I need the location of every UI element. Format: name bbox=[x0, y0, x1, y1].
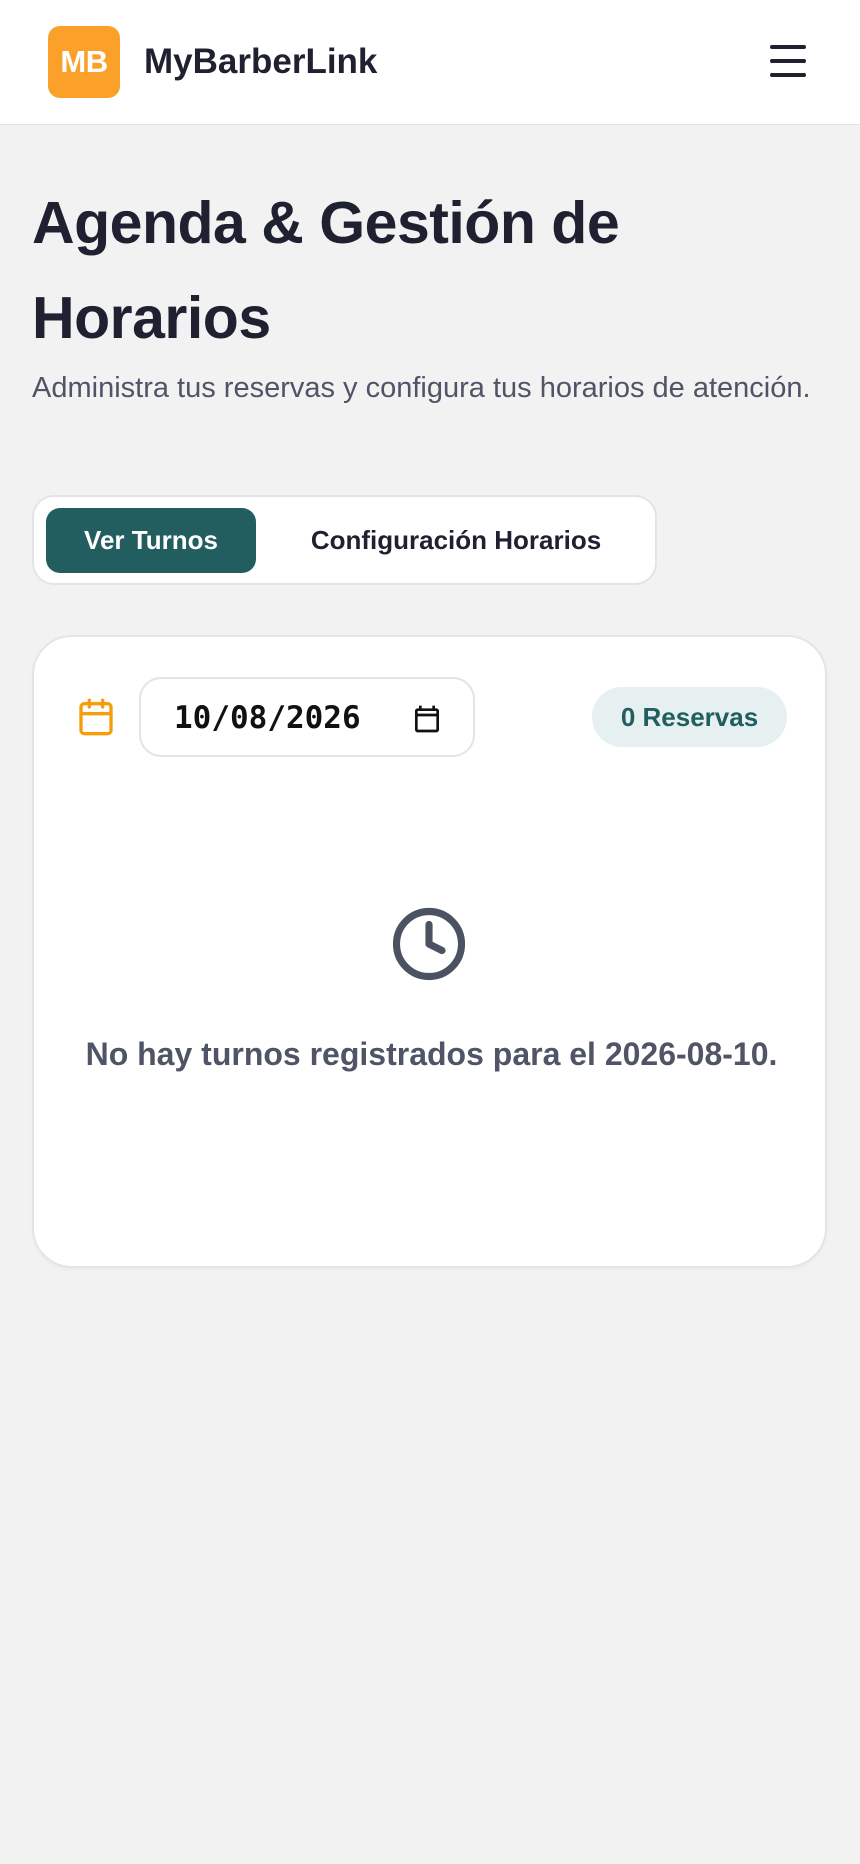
brand-logo[interactable]: MB bbox=[48, 26, 120, 98]
tab-ver-turnos[interactable]: Ver Turnos bbox=[46, 508, 256, 573]
reservations-count-badge: 0 Reservas bbox=[592, 687, 787, 747]
date-input[interactable]: 10/08/2026 bbox=[139, 677, 475, 757]
empty-state-message: No hay turnos registrados para el 2026-0… bbox=[85, 1036, 778, 1072]
calendar-icon bbox=[79, 698, 113, 736]
clock-icon bbox=[392, 907, 466, 981]
menu-line bbox=[770, 59, 806, 63]
appointments-card: 10/08/2026 0 Reservas No hay turnos regi… bbox=[32, 635, 827, 1268]
tab-configuracion-horarios[interactable]: Configuración Horarios bbox=[266, 508, 646, 573]
hamburger-menu-icon[interactable] bbox=[760, 38, 816, 84]
page-subtitle: Administra tus reservas y configura tus … bbox=[32, 372, 811, 404]
menu-line bbox=[770, 73, 806, 77]
brand-name[interactable]: MyBarberLink bbox=[144, 40, 377, 84]
date-picker-icon[interactable] bbox=[411, 703, 443, 735]
view-tabs: Ver Turnos Configuración Horarios bbox=[32, 495, 657, 585]
page-title: Agenda & Gestión de Horarios bbox=[32, 190, 620, 351]
date-value: 10/08/2026 bbox=[174, 700, 361, 736]
menu-line bbox=[770, 45, 806, 49]
top-navbar: MB MyBarberLink bbox=[0, 0, 860, 125]
